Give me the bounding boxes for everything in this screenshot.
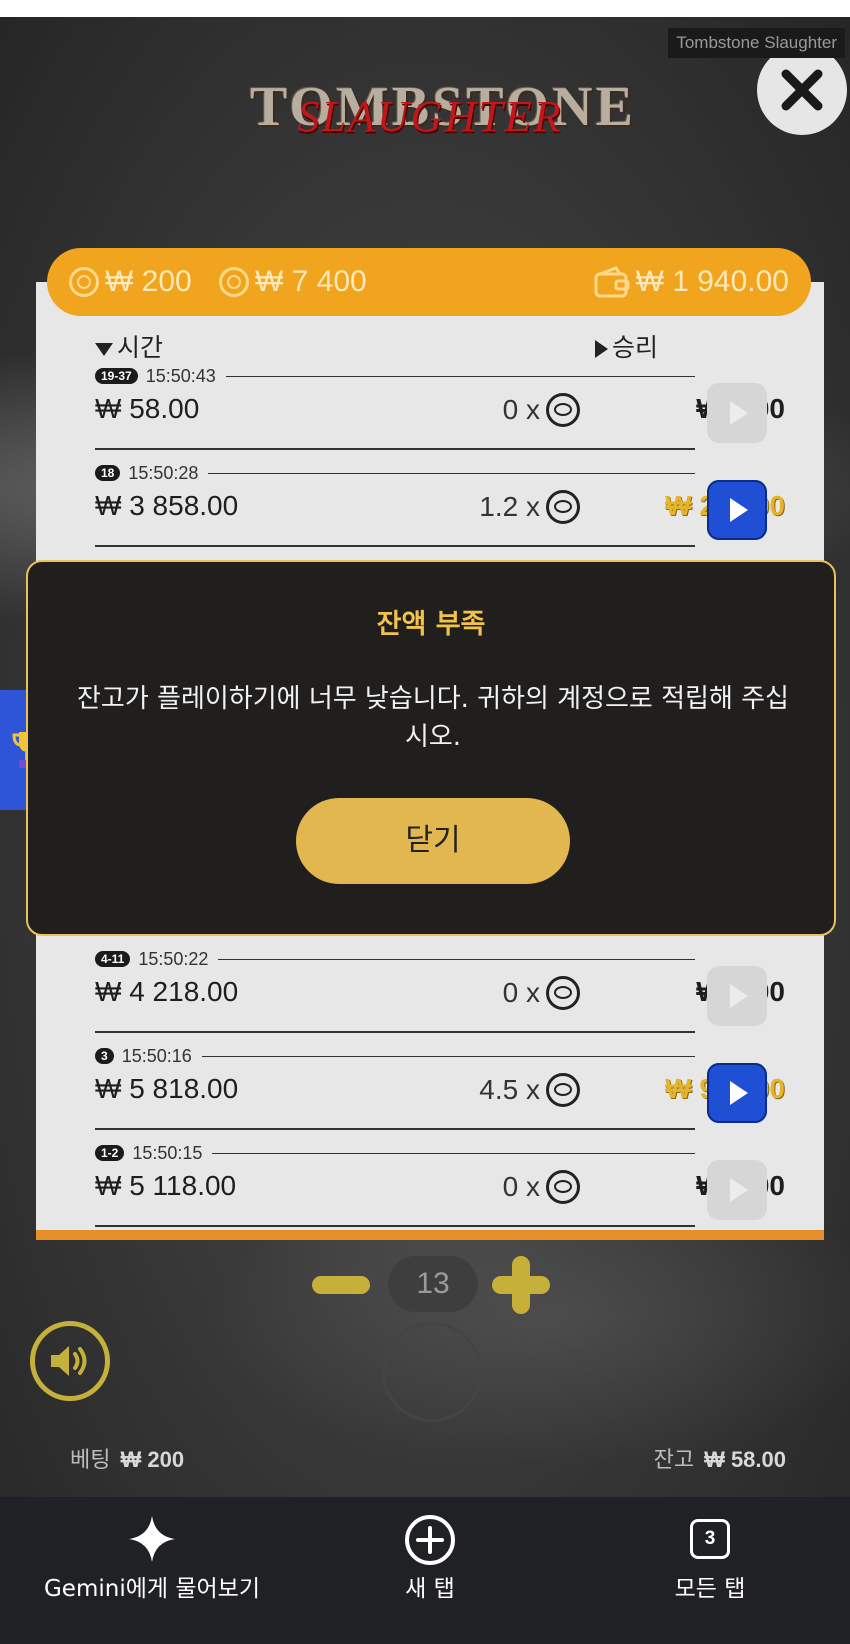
stat-balance: ₩ 1 940.00 xyxy=(594,265,789,299)
history-row: 19-3715:50:43 ₩ 58.00 0 x ₩ 0.00 xyxy=(95,365,785,461)
spin-button[interactable] xyxy=(382,1322,482,1422)
bet-level-value: 13 xyxy=(388,1256,478,1312)
history-row: 315:50:16 ₩ 5 818.00 4.5 x ₩ 900.00 xyxy=(95,1045,785,1141)
new-tab-button[interactable]: 새 탭 xyxy=(300,1497,560,1644)
sort-down-icon xyxy=(95,342,113,356)
sound-toggle-button[interactable] xyxy=(30,1321,110,1401)
row-time: 15:50:15 xyxy=(132,1142,203,1163)
plus-circle-icon xyxy=(404,1514,456,1570)
insufficient-balance-dialog: 잔액 부족 잔고가 플레이하기에 너무 낮습니다. 귀하의 계정으로 적립해 주… xyxy=(26,560,836,936)
all-tabs-button[interactable]: 3 모든 탭 xyxy=(580,1497,840,1644)
row-badge: 3 xyxy=(95,1048,114,1064)
replay-button[interactable] xyxy=(707,1160,767,1220)
row-amount: ₩ 3 858.00 xyxy=(95,490,239,521)
close-icon xyxy=(781,69,823,111)
footer-bet-value: ₩ 200 xyxy=(120,1447,185,1472)
history-row: 1815:50:28 ₩ 3 858.00 1.2 x ₩ 240.00 xyxy=(95,462,785,558)
stats-bar: ₩ 200 ₩ 7 400 ₩ 1 940.00 xyxy=(47,248,811,316)
column-win-header[interactable]: 승리 xyxy=(595,328,658,364)
footer-balance: 잔고 ₩ 58.00 xyxy=(653,1447,786,1473)
bet-level-stepper: 13 xyxy=(312,1256,552,1314)
row-amount: ₩ 5 118.00 xyxy=(95,1170,237,1201)
logo-bottom-text: SLAUGHTER xyxy=(297,92,563,141)
column-time-header[interactable]: 시간 xyxy=(95,328,163,364)
row-badge: 4-11 xyxy=(95,951,131,967)
all-tabs-label: 모든 탭 xyxy=(674,1576,746,1602)
stat-balance-value: ₩ 1 940.00 xyxy=(635,265,789,298)
row-badge: 19-37 xyxy=(95,368,138,384)
stat-win-value: ₩ 7 400 xyxy=(255,265,367,298)
stat-win: ₩ 7 400 xyxy=(219,265,367,299)
history-row: 4-1115:50:22 ₩ 4 218.00 0 x ₩ 0.00 xyxy=(95,948,785,1044)
row-time: 15:50:16 xyxy=(121,1045,192,1066)
play-small-icon xyxy=(595,340,608,359)
dialog-close-button[interactable]: 닫기 xyxy=(296,798,570,884)
coin-icon xyxy=(69,267,99,297)
speaker-icon xyxy=(51,1346,87,1376)
footer-bet: 베팅 ₩ 200 xyxy=(70,1447,185,1473)
row-amount: ₩ 4 218.00 xyxy=(95,976,239,1007)
replay-button[interactable] xyxy=(707,383,767,443)
play-icon xyxy=(730,1081,748,1105)
footer-balance-value: ₩ 58.00 xyxy=(704,1447,786,1472)
new-tab-label: 새 탭 xyxy=(405,1576,455,1602)
coin-stack-icon xyxy=(219,267,249,297)
close-button[interactable] xyxy=(757,45,847,135)
game-logo: TOMBSTONE SLAUGHTER xyxy=(250,67,633,157)
window-title-tag: Tombstone Slaughter xyxy=(668,28,845,58)
tab-count-icon: 3 xyxy=(690,1519,730,1559)
row-amount: ₩ 5 818.00 xyxy=(95,1073,239,1104)
play-icon xyxy=(730,984,748,1008)
decrease-button[interactable] xyxy=(312,1276,370,1294)
history-row: 1-215:50:15 ₩ 5 118.00 0 x ₩ 0.00 xyxy=(95,1142,785,1238)
wallet-icon xyxy=(594,266,630,298)
row-time: 15:50:28 xyxy=(128,462,199,483)
replay-button[interactable] xyxy=(707,1063,767,1123)
stat-bet: ₩ 200 xyxy=(69,265,192,299)
replay-button[interactable] xyxy=(707,480,767,540)
row-badge: 1-2 xyxy=(95,1145,125,1161)
play-icon xyxy=(730,498,748,522)
row-time: 15:50:43 xyxy=(145,365,216,386)
row-amount: ₩ 58.00 xyxy=(95,393,200,424)
row-time: 15:50:22 xyxy=(138,948,209,969)
stat-bet-value: ₩ 200 xyxy=(105,265,192,298)
dialog-title: 잔액 부족 xyxy=(376,609,486,640)
play-icon xyxy=(730,1178,748,1202)
replay-button[interactable] xyxy=(707,966,767,1026)
sparkle-icon xyxy=(127,1514,177,1568)
play-icon xyxy=(730,401,748,425)
browser-bottom-nav: Gemini에게 물어보기 새 탭 3 모든 탭 xyxy=(0,1497,850,1644)
dialog-message: 잔고가 플레이하기에 너무 낮습니다. 귀하의 계정으로 적립해 주십시오. xyxy=(77,684,789,752)
ask-gemini-button[interactable]: Gemini에게 물어보기 xyxy=(22,1497,282,1644)
ask-gemini-label: Gemini에게 물어보기 xyxy=(43,1576,260,1602)
increase-button-vertical[interactable] xyxy=(512,1256,530,1314)
row-badge: 18 xyxy=(95,465,121,481)
